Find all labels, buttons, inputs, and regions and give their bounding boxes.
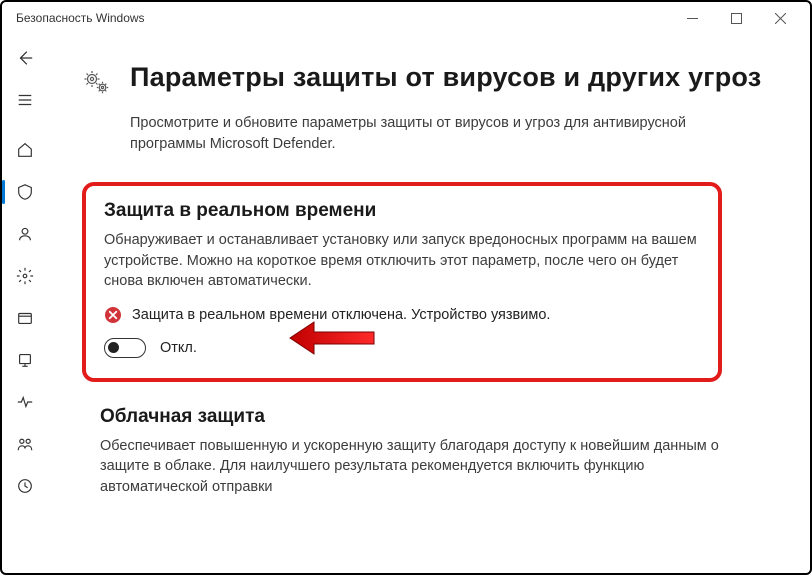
- nav-home[interactable]: [2, 130, 48, 170]
- nav-protection-history[interactable]: [2, 466, 48, 506]
- realtime-title: Защита в реальном времени: [104, 200, 698, 222]
- nav-family[interactable]: [2, 424, 48, 464]
- close-button[interactable]: [758, 3, 802, 33]
- cloud-protection-section: Облачная защита Обеспечивает повышенную …: [100, 406, 720, 498]
- nav-app-control[interactable]: [2, 298, 48, 338]
- window-title: Безопасность Windows: [16, 11, 670, 25]
- back-button[interactable]: [2, 38, 48, 78]
- minimize-button[interactable]: [670, 3, 714, 33]
- realtime-protection-section: Защита в реальном времени Обнаруживает и…: [82, 182, 722, 382]
- error-icon: [104, 306, 122, 324]
- realtime-toggle[interactable]: [104, 338, 146, 358]
- settings-gears-icon: [82, 68, 110, 101]
- page-subtitle: Просмотрите и обновите параметры защиты …: [130, 113, 690, 154]
- realtime-desc: Обнаруживает и останавливает установку и…: [104, 230, 698, 292]
- page-title: Параметры защиты от вирусов и других угр…: [130, 60, 761, 95]
- realtime-alert-text: Защита в реальном времени отключена. Уст…: [132, 307, 550, 323]
- toggle-knob: [108, 342, 119, 353]
- realtime-toggle-label: Откл.: [160, 340, 197, 356]
- menu-button[interactable]: [2, 80, 48, 120]
- nav-virus-protection[interactable]: [2, 172, 48, 212]
- nav-device-health[interactable]: [2, 382, 48, 422]
- sidebar: [2, 34, 48, 573]
- realtime-alert: Защита в реальном времени отключена. Уст…: [104, 306, 698, 324]
- main-content: Параметры защиты от вирусов и других угр…: [48, 34, 810, 573]
- cloud-desc: Обеспечивает повышенную и ускоренную защ…: [100, 436, 720, 498]
- maximize-button[interactable]: [714, 3, 758, 33]
- nav-account[interactable]: [2, 214, 48, 254]
- nav-firewall[interactable]: [2, 256, 48, 296]
- nav-device-security[interactable]: [2, 340, 48, 380]
- cloud-title: Облачная защита: [100, 406, 720, 428]
- titlebar: Безопасность Windows: [2, 2, 810, 34]
